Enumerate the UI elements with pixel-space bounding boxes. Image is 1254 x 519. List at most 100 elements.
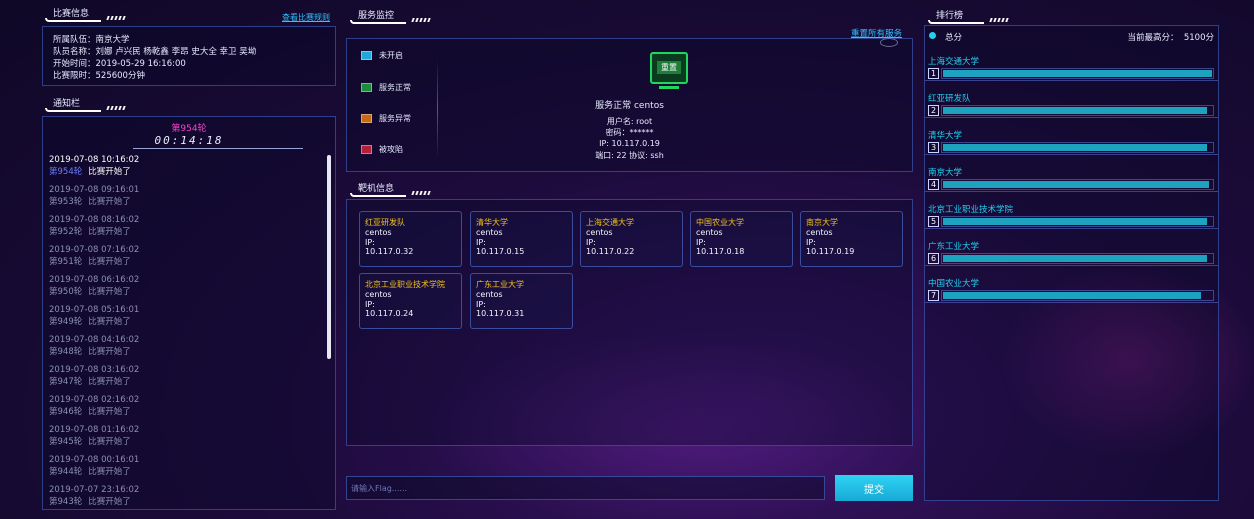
notice-message: 比赛开始了 xyxy=(88,317,131,327)
notice-round: 第948轮 比赛开始了 xyxy=(49,346,331,359)
service-status: 服务正常 centos xyxy=(595,101,664,111)
score-bar-track xyxy=(941,105,1214,116)
list-item: 2019-07-07 23:16:02 第943轮 比赛开始了 xyxy=(49,485,331,509)
target-os: centos xyxy=(696,228,723,237)
notice-round: 第953轮 比赛开始了 xyxy=(49,196,331,209)
notice-title: 通知栏 xyxy=(45,96,126,112)
notice-time: 2019-07-08 07:16:02 xyxy=(49,245,140,255)
row-divider xyxy=(925,80,1218,81)
rules-link[interactable]: 查看比赛规则 xyxy=(282,12,330,23)
score-bar xyxy=(943,218,1207,225)
target-card[interactable]: 清华大学 centos IP: 10.117.0.15 xyxy=(470,211,573,267)
title-decoration xyxy=(45,18,101,22)
notice-message: 比赛开始了 xyxy=(88,467,131,477)
reset-button[interactable]: 重置 xyxy=(657,61,681,74)
target-card[interactable]: 北京工业职业技术学院 centos IP: 10.117.0.24 xyxy=(359,273,462,329)
ranking-row[interactable]: 红亚研发队 2 xyxy=(925,92,1218,118)
service-username: 用户名: root xyxy=(606,117,653,126)
legend-not-started: 未开启 xyxy=(361,50,403,61)
notice-round-label: 第946轮 xyxy=(49,407,83,417)
service-monitor-icon[interactable]: 重置 xyxy=(650,52,688,84)
notice-round-label: 第943轮 xyxy=(49,497,83,507)
target-name: 红亚研发队 xyxy=(365,218,405,227)
team-value: 南京大学 xyxy=(95,35,130,45)
target-card[interactable]: 红亚研发队 centos IP: 10.117.0.32 xyxy=(359,211,462,267)
target-card[interactable]: 广东工业大学 centos IP: 10.117.0.31 xyxy=(470,273,573,329)
ranking-row[interactable]: 北京工业职业技术学院 5 xyxy=(925,203,1218,229)
target-os: centos xyxy=(365,290,392,299)
notice-message: 比赛开始了 xyxy=(88,497,131,507)
title-decoration xyxy=(45,108,101,112)
target-os: centos xyxy=(806,228,833,237)
title-decoration xyxy=(411,191,431,195)
ranking-team-name: 南京大学 xyxy=(928,168,963,178)
target-card[interactable]: 南京大学 centos IP: 10.117.0.19 xyxy=(800,211,903,267)
ranking-title: 排行榜 xyxy=(928,8,1009,24)
list-item: 2019-07-08 08:16:02 第952轮 比赛开始了 xyxy=(49,215,331,245)
target-ip: 10.117.0.19 xyxy=(806,247,855,256)
ranking-number: 1 xyxy=(928,68,939,79)
notice-round-label: 第953轮 xyxy=(49,197,83,207)
score-bar xyxy=(943,292,1202,299)
service-ip: IP: 10.117.0.19 xyxy=(599,139,660,148)
start-time-value: 2019-05-29 16:16:00 xyxy=(95,59,186,69)
notice-message: 比赛开始了 xyxy=(88,227,131,237)
title-decoration xyxy=(350,193,406,197)
notice-round: 第946轮 比赛开始了 xyxy=(49,406,331,419)
notice-time: 2019-07-08 06:16:02 xyxy=(49,275,140,285)
notice-time: 2019-07-08 09:16:01 xyxy=(49,185,140,195)
list-item: 2019-07-08 04:16:02 第948轮 比赛开始了 xyxy=(49,335,331,365)
ranking-row[interactable]: 上海交通大学 1 xyxy=(925,55,1218,81)
notice-time: 2019-07-08 03:16:02 xyxy=(49,365,140,375)
score-bar xyxy=(943,70,1212,77)
ranking-number: 6 xyxy=(928,253,939,264)
score-bar-track xyxy=(941,290,1214,301)
row-divider xyxy=(925,117,1218,118)
score-bar-track xyxy=(941,179,1214,190)
notice-panel: 第954轮 00:14:18 2019-07-08 10:16:02 第954轮比… xyxy=(42,116,336,510)
submit-button[interactable]: 提交 xyxy=(835,475,913,501)
ranking-row[interactable]: 广东工业大学 6 xyxy=(925,240,1218,266)
notice-message: 比赛开始了 xyxy=(88,167,131,177)
total-label: 总分 xyxy=(945,33,963,43)
ranking-number: 4 xyxy=(928,179,939,190)
target-card[interactable]: 中国农业大学 centos IP: 10.117.0.18 xyxy=(690,211,793,267)
ranking-team-name: 清华大学 xyxy=(928,131,963,141)
target-os: centos xyxy=(476,290,503,299)
row-divider xyxy=(925,265,1218,266)
legend-label: 未开启 xyxy=(379,51,403,60)
notice-message: 比赛开始了 xyxy=(88,257,131,267)
targets-panel: 红亚研发队 centos IP: 10.117.0.32 清华大学 centos… xyxy=(346,199,913,446)
ranking-row[interactable]: 南京大学 4 xyxy=(925,166,1218,192)
notice-round-label: 第949轮 xyxy=(49,317,83,327)
ranking-team-name: 广东工业大学 xyxy=(928,242,980,252)
row-divider xyxy=(925,191,1218,192)
target-name: 广东工业大学 xyxy=(476,280,524,289)
flag-input[interactable] xyxy=(346,476,825,500)
title-decoration xyxy=(411,18,431,22)
time-limit-label: 比赛限时： xyxy=(53,71,96,81)
members-value: 刘娜 卢兴民 杨乾鑫 李昂 史大全 幸卫 吴坳 xyxy=(95,47,257,57)
notice-scrollbar[interactable] xyxy=(327,155,331,359)
ranking-team-name: 上海交通大学 xyxy=(928,57,980,67)
notice-round: 第943轮 比赛开始了 xyxy=(49,496,331,509)
score-bar-track xyxy=(941,253,1214,264)
notice-message: 比赛开始了 xyxy=(88,437,131,447)
time-limit-value: 525600分钟 xyxy=(95,71,145,81)
ranking-team-name: 中国农业大学 xyxy=(928,279,980,289)
notice-list[interactable]: 2019-07-08 10:16:02 第954轮 比赛开始了 2019-07-08… xyxy=(49,155,331,509)
target-ip-label: IP: xyxy=(476,299,486,309)
ranking-row[interactable]: 清华大学 3 xyxy=(925,129,1218,155)
target-name: 清华大学 xyxy=(476,218,508,227)
target-ip-label: IP: xyxy=(586,237,596,247)
notice-round: 第950轮 比赛开始了 xyxy=(49,286,331,299)
notice-time: 2019-07-08 05:16:01 xyxy=(49,305,140,315)
ranking-row[interactable]: 中国农业大学 7 xyxy=(925,277,1218,303)
notice-message: 比赛开始了 xyxy=(88,377,131,387)
legend-normal: 服务正常 xyxy=(361,82,411,93)
list-item: 2019-07-08 09:16:01 第953轮 比赛开始了 xyxy=(49,185,331,215)
score-bar xyxy=(943,144,1207,151)
score-bar-track xyxy=(941,142,1214,153)
notice-round-label: 第951轮 xyxy=(49,257,83,267)
target-card[interactable]: 上海交通大学 centos IP: 10.117.0.22 xyxy=(580,211,683,267)
